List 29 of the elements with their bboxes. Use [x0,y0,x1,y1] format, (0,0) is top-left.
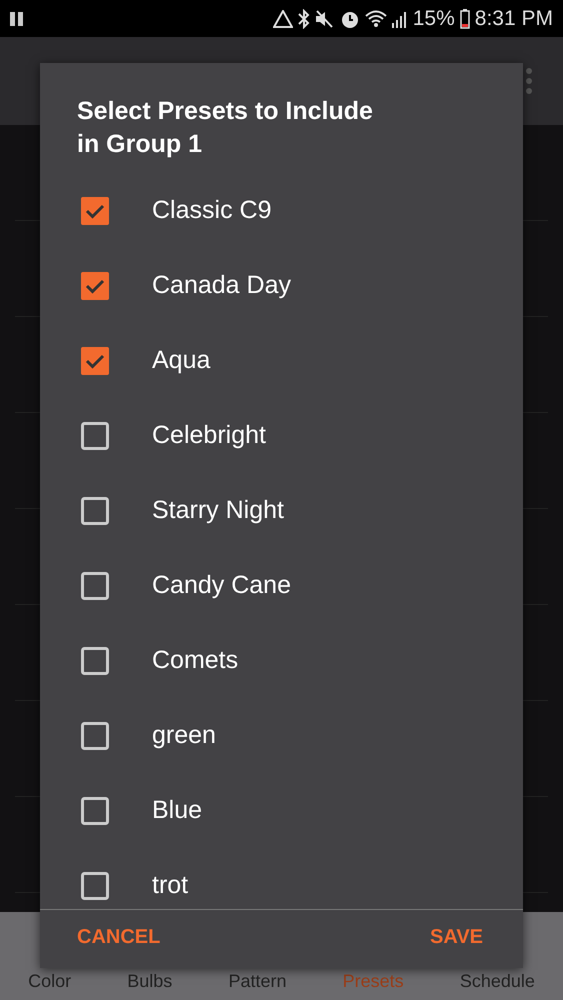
checkbox[interactable] [81,872,109,900]
checkbox[interactable] [81,196,109,224]
preset-label[interactable]: Starry Night [152,496,284,525]
checkbox[interactable] [81,722,109,750]
wifi-icon [364,10,387,28]
clock-time: 8:31 PM [474,6,553,30]
bluetooth-icon [298,8,310,28]
preset-label[interactable]: Classic C9 [152,196,272,225]
preset-label[interactable]: trot [152,871,188,900]
preset-label[interactable]: Canada Day [152,271,291,300]
checkbox[interactable] [81,646,109,674]
signal-icon [392,10,408,28]
checkbox[interactable] [81,572,109,600]
checkbox[interactable] [81,272,109,300]
preset-label[interactable]: Comets [152,646,238,675]
checkbox[interactable] [81,796,109,824]
preset-label[interactable]: green [152,721,216,750]
pause-icon [10,12,24,26]
mute-icon [314,10,335,28]
preset-label[interactable]: Candy Cane [152,571,291,600]
dialog-title: Select Presets to Include in Group 1 [76,96,374,160]
battery-icon [460,8,470,28]
preset-label[interactable]: Aqua [152,346,210,375]
checkbox[interactable] [81,496,109,524]
checkbox[interactable] [81,422,109,450]
preset-label[interactable]: Celebright [152,421,266,450]
checkbox[interactable] [81,346,109,374]
preset-label[interactable]: Blue [152,796,202,825]
battery-percent: 15% [412,6,455,30]
